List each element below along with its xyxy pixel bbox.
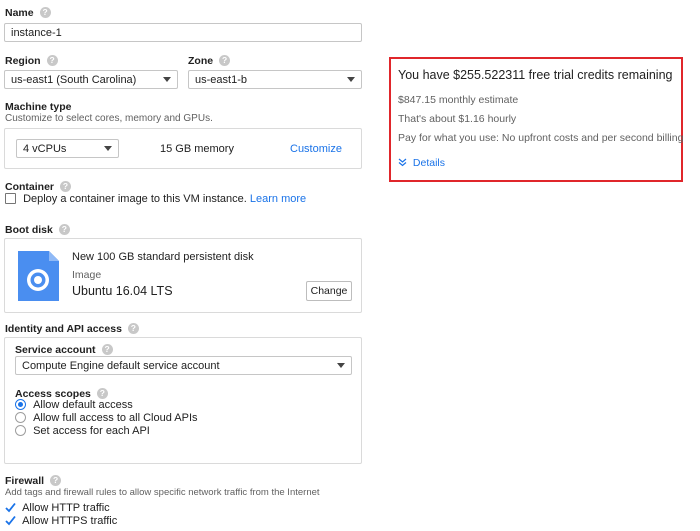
name-label: Name? (5, 7, 51, 19)
radio-unselected[interactable] (15, 412, 26, 423)
learn-more-link[interactable]: Learn more (250, 193, 306, 205)
container-checkbox-label: Deploy a container image to this VM inst… (23, 193, 247, 205)
chevron-down-icon (337, 363, 345, 368)
container-label-text: Container (5, 181, 55, 193)
scope-option[interactable]: Set access for each API (15, 425, 150, 437)
disk-icon (18, 251, 59, 301)
checkmark-icon[interactable] (5, 515, 16, 526)
name-input[interactable]: instance-1 (4, 23, 362, 42)
chevron-down-icon (163, 77, 171, 82)
zone-label: Zone? (188, 55, 231, 67)
identity-label: Identity and API access? (5, 323, 139, 335)
customize-link[interactable]: Customize (290, 143, 342, 155)
help-icon[interactable]: ? (60, 181, 72, 192)
cpu-select[interactable]: 4 vCPUs (16, 139, 119, 158)
zone-label-text: Zone (188, 55, 214, 67)
scope-label: Allow full access to all Cloud APIs (33, 412, 198, 424)
details-link[interactable]: Details (398, 157, 445, 169)
disk-title: New 100 GB standard persistent disk (72, 251, 254, 263)
help-icon[interactable]: ? (219, 55, 231, 66)
free-trial-panel: You have $255.522311 free trial credits … (389, 57, 683, 182)
firewall-label: Firewall? (5, 475, 62, 487)
firewall-option[interactable]: Allow HTTP traffic (5, 502, 110, 514)
boot-disk-label: Boot disk? (5, 224, 70, 236)
trial-headline: You have $255.522311 free trial credits … (398, 68, 673, 82)
firewall-option-label: Allow HTTPS traffic (22, 515, 118, 527)
name-input-value: instance-1 (11, 26, 62, 39)
name-label-text: Name (5, 7, 34, 19)
help-icon[interactable]: ? (127, 323, 139, 334)
firewall-option-label: Allow HTTP traffic (22, 502, 110, 514)
identity-card: Service account? Compute Engine default … (4, 337, 362, 464)
help-icon[interactable]: ? (39, 7, 51, 18)
scope-label: Allow default access (33, 399, 133, 411)
service-account-label-text: Service account (15, 344, 96, 356)
scope-option[interactable]: Allow full access to all Cloud APIs (15, 412, 198, 424)
service-account-label: Service account? (15, 344, 113, 356)
firewall-description: Add tags and firewall rules to allow spe… (5, 487, 320, 498)
help-icon[interactable]: ? (46, 55, 58, 66)
chevron-down-icon (347, 77, 355, 82)
machine-type-label: Machine type (5, 101, 72, 113)
hourly-estimate: That's about $1.16 hourly (398, 113, 517, 125)
monthly-estimate: $847.15 monthly estimate (398, 94, 519, 106)
region-select-value: us-east1 (South Carolina) (11, 73, 137, 86)
help-icon[interactable]: ? (96, 388, 108, 399)
region-select[interactable]: us-east1 (South Carolina) (4, 70, 178, 89)
container-checkbox[interactable] (5, 193, 16, 204)
details-link-label: Details (412, 157, 446, 169)
chevron-double-down-icon (398, 158, 407, 167)
memory-text: 15 GB memory (160, 143, 234, 155)
change-button[interactable]: Change (306, 281, 352, 301)
help-icon[interactable]: ? (101, 344, 113, 355)
service-account-value: Compute Engine default service account (22, 359, 220, 372)
boot-disk-label-text: Boot disk (5, 224, 53, 236)
checkmark-icon[interactable] (5, 502, 16, 513)
radio-selected[interactable] (15, 399, 26, 410)
region-label-text: Region (5, 55, 41, 67)
region-label: Region? (5, 55, 58, 67)
machine-type-description: Customize to select cores, memory and GP… (5, 113, 213, 124)
chevron-down-icon (104, 146, 112, 151)
help-icon[interactable]: ? (50, 475, 62, 486)
billing-note: Pay for what you use: No upfront costs a… (398, 132, 684, 144)
container-option: Deploy a container image to this VM inst… (5, 193, 306, 205)
service-account-select[interactable]: Compute Engine default service account (15, 356, 352, 375)
boot-disk-card: New 100 GB standard persistent disk Imag… (4, 238, 362, 313)
radio-unselected[interactable] (15, 425, 26, 436)
machine-type-card: 4 vCPUs 15 GB memory Customize (4, 128, 362, 169)
scope-label: Set access for each API (33, 425, 150, 437)
scope-option[interactable]: Allow default access (15, 399, 133, 411)
image-label: Image (72, 269, 102, 281)
zone-select[interactable]: us-east1-b (188, 70, 362, 89)
image-name: Ubuntu 16.04 LTS (72, 284, 173, 298)
cpu-select-value: 4 vCPUs (23, 142, 67, 155)
firewall-option[interactable]: Allow HTTPS traffic (5, 515, 117, 527)
identity-label-text: Identity and API access (5, 323, 122, 335)
container-label: Container? (5, 181, 72, 193)
firewall-label-text: Firewall (5, 475, 45, 487)
zone-select-value: us-east1-b (195, 73, 247, 86)
help-icon[interactable]: ? (58, 224, 70, 235)
